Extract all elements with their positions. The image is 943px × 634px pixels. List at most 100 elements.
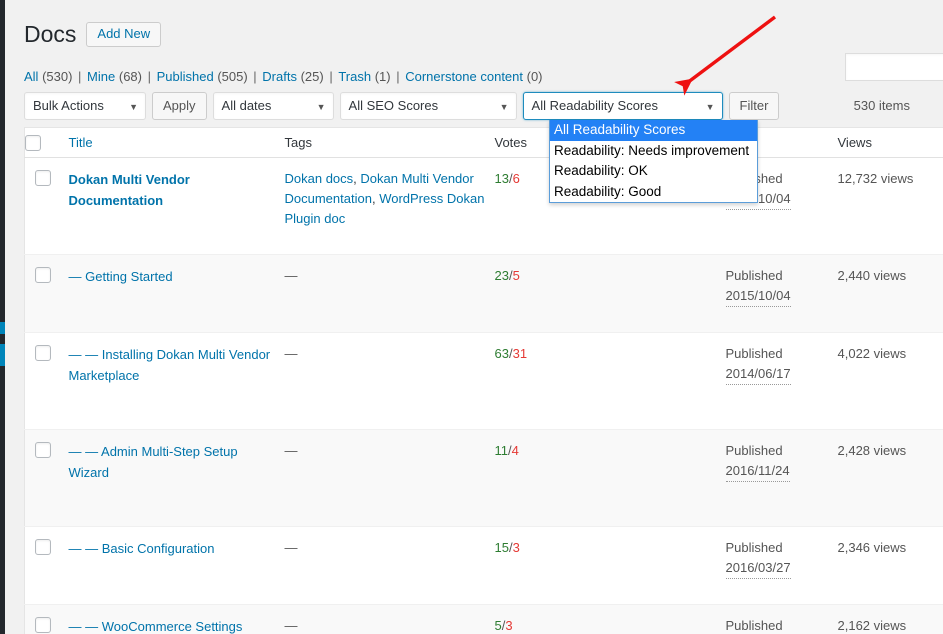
table-body: Dokan Multi Vendor Documentation Dokan d… bbox=[24, 157, 943, 634]
readability-filter-select[interactable]: All Readability Scores ▼ bbox=[522, 92, 723, 120]
chevron-down-icon: ▼ bbox=[316, 102, 326, 112]
table-row[interactable]: — — Admin Multi-Step Setup Wizard — 11/4… bbox=[24, 429, 943, 527]
status-link-cornerstone-anchor[interactable]: Cornerstone content bbox=[405, 69, 523, 84]
status-link-trash[interactable]: Trash (1) | bbox=[338, 69, 405, 84]
table-row[interactable]: Dokan Multi Vendor Documentation Dokan d… bbox=[24, 157, 943, 255]
chevron-down-icon: ▼ bbox=[705, 102, 715, 112]
row-votes-down: 5 bbox=[512, 268, 520, 283]
row-status: Published bbox=[725, 443, 783, 458]
row-select-cell bbox=[24, 429, 69, 527]
row-votes-cell: 15/3 bbox=[494, 526, 561, 605]
row-date: 2014/06/17 bbox=[725, 364, 791, 385]
row-checkbox[interactable] bbox=[34, 170, 51, 186]
row-spacer-cell bbox=[560, 429, 726, 527]
column-header-tags-label: Tags bbox=[284, 135, 312, 150]
table-row[interactable]: — Getting Started — 23/5 Published 2015/… bbox=[24, 254, 943, 333]
column-header-tags: Tags bbox=[284, 127, 495, 158]
status-link-all[interactable]: All (530) | bbox=[24, 69, 87, 84]
row-title-cell: — — Installing Dokan Multi Vendor Market… bbox=[68, 332, 285, 430]
status-link-cornerstone[interactable]: Cornerstone content (0) bbox=[405, 69, 542, 84]
row-views-cell: 2,346 views bbox=[837, 526, 943, 605]
row-title-link[interactable]: Dokan Multi Vendor Documentation bbox=[69, 172, 190, 208]
row-title-link[interactable]: Installing Dokan Multi Vendor Marketplac… bbox=[69, 347, 271, 383]
dropdown-option-ok[interactable]: Readability: OK bbox=[550, 161, 757, 182]
status-link-mine-anchor[interactable]: Mine bbox=[87, 69, 115, 84]
row-select-cell bbox=[24, 604, 69, 634]
row-checkbox[interactable] bbox=[34, 267, 51, 283]
row-checkbox[interactable] bbox=[34, 617, 51, 633]
row-checkbox[interactable] bbox=[34, 345, 51, 361]
status-link-drafts[interactable]: Drafts (25) | bbox=[262, 69, 338, 84]
row-title-cell: — Getting Started bbox=[68, 254, 285, 333]
readability-dropdown-list[interactable]: All Readability Scores Readability: Need… bbox=[549, 120, 758, 203]
table-row[interactable]: — — WooCommerce Settings — 5/3 Published… bbox=[24, 604, 943, 634]
annotation-arrow-icon bbox=[674, 15, 777, 96]
column-header-views: Views bbox=[837, 127, 943, 158]
row-votes-down: 4 bbox=[511, 443, 519, 458]
add-new-button[interactable]: Add New bbox=[86, 22, 162, 47]
bulk-actions-select[interactable]: Bulk Actions ▼ bbox=[24, 92, 146, 120]
seo-score-filter-select[interactable]: All SEO Scores ▼ bbox=[339, 92, 517, 120]
row-title-link[interactable]: Getting Started bbox=[85, 269, 172, 284]
select-all-checkbox[interactable] bbox=[25, 134, 41, 151]
dropdown-option-good[interactable]: Readability: Good bbox=[550, 182, 757, 203]
status-link-published-anchor[interactable]: Published bbox=[157, 69, 214, 84]
row-tags-cell: — bbox=[284, 604, 495, 634]
date-filter-select[interactable]: All dates ▼ bbox=[212, 92, 334, 120]
row-title-cell: Dokan Multi Vendor Documentation bbox=[68, 157, 285, 255]
row-views-cell: 2,440 views bbox=[837, 254, 943, 333]
apply-button[interactable]: Apply bbox=[152, 92, 207, 120]
dropdown-option-all-readability-scores[interactable]: All Readability Scores bbox=[550, 120, 757, 141]
row-title-link[interactable]: Basic Configuration bbox=[102, 541, 215, 556]
bulk-actions-value: Bulk Actions bbox=[33, 98, 104, 113]
sep-3: | bbox=[249, 69, 261, 84]
status-link-all-anchor[interactable]: All bbox=[24, 69, 38, 84]
status-link-mine[interactable]: Mine (68) | bbox=[87, 69, 157, 84]
items-count-label: 530 items bbox=[853, 98, 910, 113]
row-status: Published bbox=[725, 618, 783, 633]
status-link-trash-anchor[interactable]: Trash bbox=[338, 69, 371, 84]
row-hierarchy-prefix: — bbox=[68, 269, 82, 284]
row-tag-link[interactable]: WordPress bbox=[379, 191, 443, 206]
row-select-cell bbox=[24, 254, 69, 333]
row-votes-down: 6 bbox=[512, 171, 520, 186]
row-title-link[interactable]: WooCommerce Settings bbox=[102, 619, 243, 634]
status-link-drafts-anchor[interactable]: Drafts bbox=[262, 69, 297, 84]
search-input[interactable] bbox=[845, 53, 943, 81]
column-header-votes-label: Votes bbox=[494, 135, 528, 150]
dropdown-option-needs-improvement[interactable]: Readability: Needs improvement bbox=[550, 141, 757, 162]
status-filter-links: All (530) | Mine (68) | Published (505) … bbox=[24, 67, 543, 87]
row-votes-up: 5 bbox=[494, 618, 502, 633]
page-header: Docs Add New bbox=[24, 20, 162, 49]
row-tag-link[interactable]: Dokan docs bbox=[285, 171, 354, 186]
row-tags-cell: Dokan docs, Dokan Multi Vendor Documenta… bbox=[284, 157, 495, 255]
row-select-cell bbox=[24, 157, 69, 255]
row-status: Published bbox=[725, 540, 783, 555]
row-votes-up: 15 bbox=[494, 540, 509, 555]
status-link-published[interactable]: Published (505) | bbox=[157, 69, 263, 84]
row-views-cell: 2,162 views bbox=[837, 604, 943, 634]
row-votes-down: 3 bbox=[512, 540, 520, 555]
row-spacer-cell bbox=[560, 604, 726, 634]
screen-root: Docs Add New All (530) | Mine (68) | Pub… bbox=[0, 0, 943, 634]
seo-score-filter-value: All SEO Scores bbox=[348, 98, 439, 113]
column-header-title[interactable]: Title bbox=[68, 127, 285, 158]
row-votes-up: 11 bbox=[494, 443, 509, 458]
row-date-cell: Published 2016/11/24 bbox=[725, 429, 838, 527]
chevron-down-icon: ▼ bbox=[129, 102, 138, 112]
row-votes-down: 3 bbox=[505, 618, 513, 633]
filter-button[interactable]: Filter bbox=[728, 92, 780, 120]
row-spacer-cell bbox=[560, 526, 726, 605]
page-title: Docs bbox=[24, 21, 77, 47]
docs-list-table: Title Tags Votes Views Dokan Multi Vendo… bbox=[24, 127, 943, 634]
row-checkbox[interactable] bbox=[34, 442, 51, 458]
row-votes-cell: 63/31 bbox=[494, 332, 561, 430]
table-row[interactable]: — — Basic Configuration — 15/3 Published… bbox=[24, 526, 943, 605]
row-hierarchy-prefix: — — bbox=[68, 541, 99, 556]
row-checkbox[interactable] bbox=[34, 539, 51, 555]
column-header-title-label[interactable]: Title bbox=[69, 135, 93, 150]
row-votes-cell: 23/5 bbox=[494, 254, 561, 333]
chevron-down-icon: ▼ bbox=[499, 102, 509, 112]
row-tags-cell: — bbox=[284, 332, 495, 430]
table-row[interactable]: — — Installing Dokan Multi Vendor Market… bbox=[24, 332, 943, 430]
